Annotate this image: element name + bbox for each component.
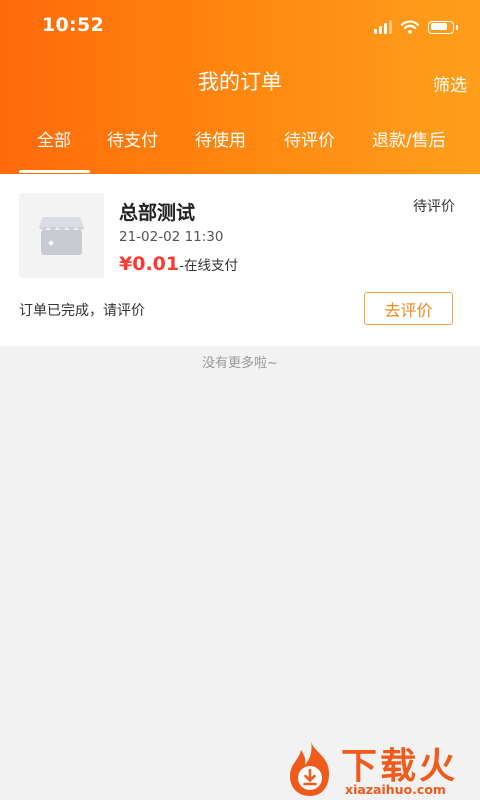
order-tabs: 全部 待支付 待使用 待评价 退款/售后 <box>0 122 480 174</box>
tab-all[interactable]: 全部 <box>37 126 71 151</box>
tab-pending-payment[interactable]: 待支付 <box>107 126 158 151</box>
battery-icon <box>428 20 458 34</box>
page-title: 我的订单 <box>198 70 282 94</box>
status-time: 10:52 <box>42 14 104 36</box>
status-bar: 10:52 <box>0 0 480 54</box>
order-note: 订单已完成，请评价 <box>19 303 145 319</box>
tab-pending-review[interactable]: 待评价 <box>284 126 335 151</box>
order-time: 21-02-02 11:30 <box>119 229 224 245</box>
store-name[interactable]: 总部测试 <box>119 198 195 225</box>
tab-refund-aftersale[interactable]: 退款/售后 <box>372 126 446 151</box>
header-bar: 10:52 我的订单 筛选 全部 待支付 待使用 待评价 退款/售后 <box>0 0 480 174</box>
price-line: ¥0.01 -在线支付 <box>119 253 238 275</box>
cellular-signal-icon <box>374 20 392 34</box>
wifi-icon <box>401 20 419 34</box>
payment-method: -在线支付 <box>179 258 238 274</box>
active-tab-indicator <box>19 170 90 173</box>
store-icon <box>39 217 84 255</box>
store-thumbnail <box>19 193 104 278</box>
watermark-url: xiazaihuo.com <box>345 782 446 797</box>
tab-pending-use[interactable]: 待使用 <box>195 126 246 151</box>
list-end-text: 没有更多啦~ <box>202 356 278 371</box>
watermark-logo: 下载火 xiazaihuo.com <box>283 738 478 798</box>
filter-button[interactable]: 筛选 <box>433 71 467 96</box>
status-icons <box>374 17 458 37</box>
write-review-button[interactable]: 去评价 <box>364 292 453 325</box>
order-status-badge: 待评价 <box>413 199 455 215</box>
order-price: ¥0.01 <box>119 253 180 275</box>
order-card[interactable]: 总部测试 待评价 21-02-02 11:30 ¥0.01 -在线支付 订单已完… <box>0 174 480 346</box>
flame-download-icon <box>290 741 329 796</box>
